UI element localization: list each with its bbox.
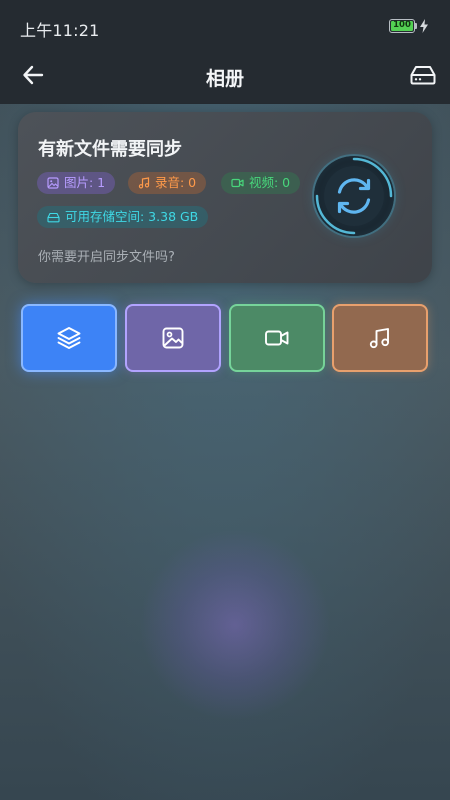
- sync-button[interactable]: [314, 156, 394, 236]
- video-count-chip: 视频: 0: [221, 172, 301, 194]
- storage-button[interactable]: [408, 60, 438, 90]
- sync-icon: [315, 157, 393, 235]
- app-bar: 相册: [0, 52, 450, 104]
- image-icon: [47, 177, 59, 189]
- sync-prompt: 你需要开启同步文件吗?: [38, 250, 175, 265]
- status-time: 上午11:21: [20, 21, 100, 40]
- music-icon: [369, 328, 390, 349]
- battery-level: 100: [391, 21, 413, 31]
- music-note-icon: [138, 177, 150, 189]
- image-icon: [162, 327, 184, 349]
- sync-card: 有新文件需要同步 图片: 1 录音: 0 视频: 0 可用存储空间: 3.38 …: [18, 112, 432, 283]
- video-icon: [265, 330, 289, 346]
- storage-chip: 可用存储空间: 3.38 GB: [37, 206, 209, 228]
- video-icon: [231, 178, 244, 188]
- category-videos-button[interactable]: [229, 304, 325, 372]
- sync-card-title: 有新文件需要同步: [38, 139, 182, 160]
- category-audio-button[interactable]: [332, 304, 428, 372]
- storage-label: 可用存储空间: 3.38 GB: [65, 209, 199, 224]
- recording-count-chip: 录音: 0: [128, 172, 207, 194]
- page-title: 相册: [205, 68, 244, 90]
- image-count-chip: 图片: 1: [37, 172, 116, 194]
- category-all-button[interactable]: [21, 304, 117, 372]
- battery-icon: 100: [389, 19, 415, 33]
- category-images-button[interactable]: [125, 304, 221, 372]
- video-count-label: 视频: 0: [249, 175, 291, 190]
- hard-drive-icon: [47, 212, 60, 222]
- image-count-label: 图片: 1: [64, 175, 106, 190]
- recording-count-label: 录音: 0: [155, 175, 197, 190]
- battery-tip: [415, 23, 417, 29]
- charging-icon: [420, 19, 428, 33]
- status-bar: 上午11:21 100: [0, 0, 450, 52]
- layers-icon: [57, 327, 81, 349]
- hard-drive-icon: [410, 66, 436, 85]
